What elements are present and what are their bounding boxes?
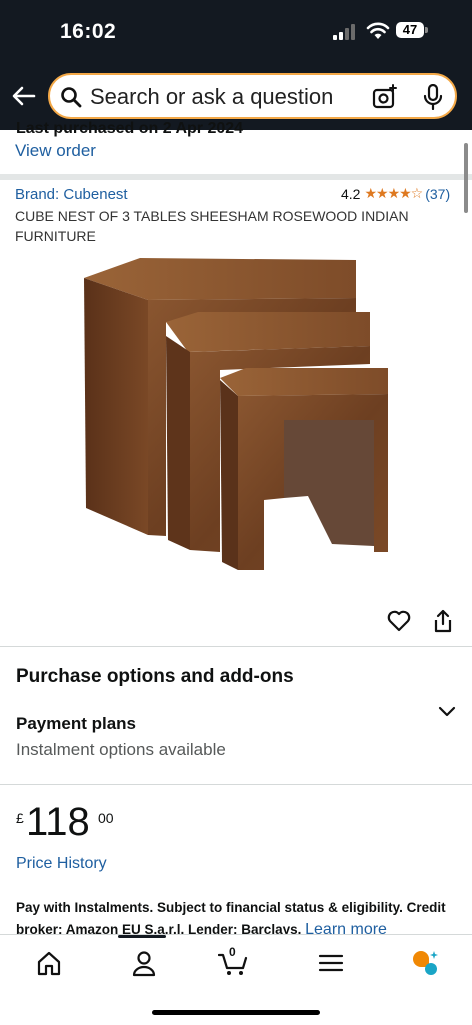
- scrollbar[interactable]: [464, 143, 468, 213]
- microphone-icon[interactable]: [422, 84, 444, 110]
- star-rating-icon: ★★★★☆: [364, 185, 423, 201]
- battery-level: 47: [396, 22, 424, 38]
- rating-value: 4.2: [341, 185, 361, 202]
- instalment-options-text: Instalment options available: [16, 740, 226, 759]
- cart-count: 0: [229, 945, 236, 959]
- rufus-icon[interactable]: [410, 949, 440, 977]
- wifi-icon: [366, 22, 390, 39]
- search-box[interactable]: [48, 73, 457, 119]
- active-tab-indicator: [118, 935, 166, 938]
- chevron-down-icon[interactable]: [438, 705, 456, 719]
- camera-search-icon[interactable]: [372, 84, 398, 110]
- home-icon[interactable]: [34, 949, 64, 977]
- status-time: 16:02: [60, 20, 117, 43]
- rating-count[interactable]: (37): [425, 186, 450, 202]
- wishlist-heart-icon[interactable]: [387, 610, 411, 632]
- section-divider: [0, 646, 472, 647]
- menu-icon[interactable]: [316, 949, 346, 977]
- status-bar: 16:02 47: [0, 0, 472, 64]
- section-divider: [0, 784, 472, 785]
- price-history-link[interactable]: Price History: [16, 855, 107, 873]
- share-icon[interactable]: [433, 609, 453, 633]
- search-input[interactable]: [90, 83, 350, 111]
- search-icon: [61, 87, 82, 108]
- brand-link[interactable]: Brand: Cubenest: [15, 186, 128, 203]
- account-icon[interactable]: [129, 949, 159, 977]
- price-whole: 118: [26, 800, 90, 844]
- product-image[interactable]: [78, 250, 398, 580]
- price-fraction: 00: [98, 810, 114, 826]
- section-divider: [0, 174, 472, 180]
- view-order-link[interactable]: View order: [15, 141, 96, 161]
- last-purchased-text: Last purchased on 2 Apr 2024: [16, 120, 244, 137]
- price-currency: £: [16, 810, 24, 826]
- payment-plans-label[interactable]: Payment plans: [16, 714, 136, 734]
- home-indicator: [152, 1010, 320, 1015]
- cart-button[interactable]: 0: [217, 945, 248, 977]
- product-title: CUBE NEST OF 3 TABLES SHEESHAM ROSEWOOD …: [15, 208, 409, 244]
- purchase-options-heading: Purchase options and add-ons: [16, 666, 294, 687]
- battery-icon: 47: [396, 22, 430, 40]
- back-arrow-icon[interactable]: [10, 82, 38, 110]
- rating-summary[interactable]: 4.2 ★★★★☆ (37): [341, 185, 450, 202]
- cellular-signal-icon: [333, 24, 355, 40]
